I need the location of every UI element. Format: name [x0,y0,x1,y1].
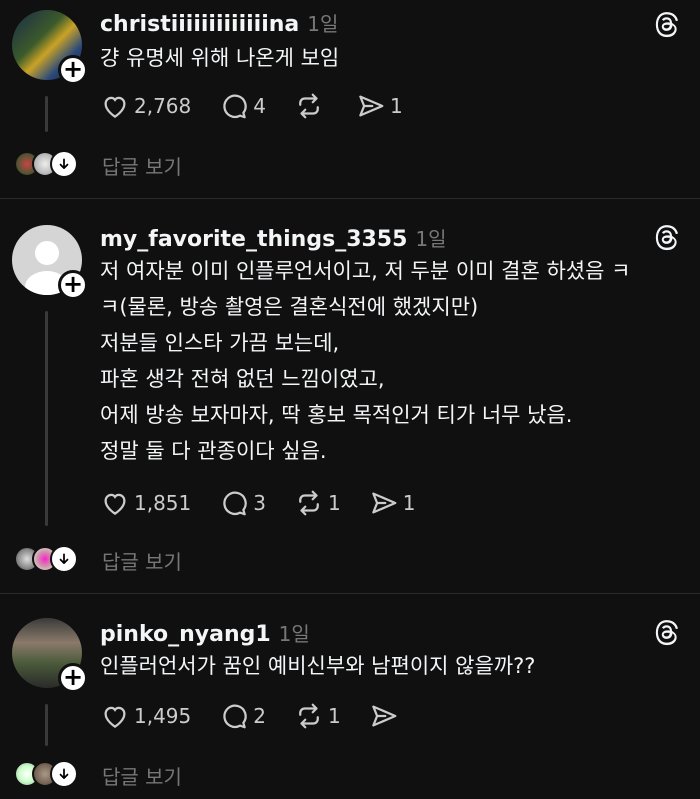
heart-icon [104,96,126,118]
view-replies-link[interactable]: 답글 보기 [102,151,182,180]
post-text-line: 저 여자분 이미 인플루언서이고, 저 두분 이미 결혼 하셨음 ㅋ [100,259,631,283]
chevron-down-icon [50,545,78,573]
thread-line [45,704,48,746]
username-text[interactable]: christiiiiiiiiiiiiina [100,12,299,37]
share-icon [371,705,397,727]
action-bar: 2,768 4 1 [100,90,431,122]
comment-count: 2 [253,704,266,728]
reply-avatars[interactable] [14,150,78,178]
share-button[interactable] [369,701,403,731]
repost-button[interactable]: 1 [294,488,341,518]
post-text-line: 어제 방송 보자마자, 딱 홍보 목적인거 티가 너무 났음. [100,403,573,427]
comment-icon [223,704,247,729]
post-time: 1일 [278,622,310,646]
follow-plus-icon[interactable]: + [58,55,88,85]
thread-line [45,96,48,132]
post-text: 저 여자분 이미 인플루언서이고, 저 두분 이미 결혼 하셨음 ㅋ ㅋ(물론,… [100,253,648,469]
threads-logo-icon[interactable] [652,618,680,646]
divider [0,198,700,199]
comment-icon [223,491,247,516]
username[interactable]: christiiiiiiiiiiiiina 1일 [100,8,338,37]
thread-line [45,311,48,526]
reply-avatars[interactable] [14,545,78,573]
like-count: 2,768 [134,94,192,118]
comment-button[interactable]: 4 [219,91,266,121]
threads-logo-icon[interactable] [652,223,680,251]
repost-button[interactable] [294,91,328,121]
post-time: 1일 [415,227,447,251]
follow-plus-icon[interactable]: + [58,663,88,693]
post-text-line: 정말 둘 다 관종이다 싶음. [100,439,327,463]
post-text-line: 파혼 생각 전혀 없던 느낌이였고, [100,367,385,391]
share-button[interactable]: 1 [369,488,416,518]
repost-count: 1 [328,704,341,728]
heart-icon [104,706,126,728]
repost-count: 1 [328,491,341,515]
username-text[interactable]: my_favorite_things_3355 [100,227,407,252]
view-replies-link[interactable]: 답글 보기 [102,761,182,790]
like-count: 1,495 [134,704,192,728]
chevron-down-icon [50,760,78,788]
post-text: 걍 유명세 위해 나온게 보임 [100,40,648,76]
repost-button[interactable]: 1 [294,701,341,731]
repost-icon [299,490,319,516]
post-text-line: 인플러언서가 꿈인 예비신부와 남편이지 않을까?? [100,654,536,678]
comment-count: 4 [253,94,266,118]
comment-count: 3 [253,491,266,515]
post-text: 인플러언서가 꿈인 예비신부와 남편이지 않을까?? [100,648,648,684]
username-text[interactable]: pinko_nyang1 [100,622,271,647]
post-time: 1일 [307,12,339,36]
share-count: 1 [390,94,403,118]
heart-icon [104,493,126,515]
threads-logo-icon[interactable] [652,10,680,38]
username[interactable]: pinko_nyang1 1일 [100,618,310,647]
comment-button[interactable]: 2 [219,701,266,731]
reply-avatars[interactable] [14,760,78,788]
share-count: 1 [402,491,416,515]
comment-button[interactable]: 3 [219,488,266,518]
divider [0,593,700,594]
like-button[interactable]: 2,768 [100,91,191,121]
like-count: 1,851 [134,491,192,515]
like-button[interactable]: 1,495 [100,701,191,731]
repost-icon [299,703,319,729]
action-bar: 1,851 3 1 1 [100,487,443,519]
chevron-down-icon [50,150,78,178]
repost-icon [299,93,319,119]
share-button[interactable]: 1 [356,91,403,121]
share-icon [371,492,397,514]
share-icon [359,95,384,117]
post-text-line: 걍 유명세 위해 나온게 보임 [100,46,340,70]
follow-plus-icon[interactable]: + [58,270,88,300]
like-button[interactable]: 1,851 [100,488,191,518]
post-text-line: 저분들 인스타 가끔 보는데, [100,331,340,355]
comment-icon [223,94,247,119]
view-replies-link[interactable]: 답글 보기 [102,546,182,575]
action-bar: 1,495 2 1 [100,700,431,732]
post-text-line: ㅋ(물론, 방송 촬영은 결혼식전에 했겠지만) [100,295,479,319]
username[interactable]: my_favorite_things_3355 1일 [100,223,447,252]
